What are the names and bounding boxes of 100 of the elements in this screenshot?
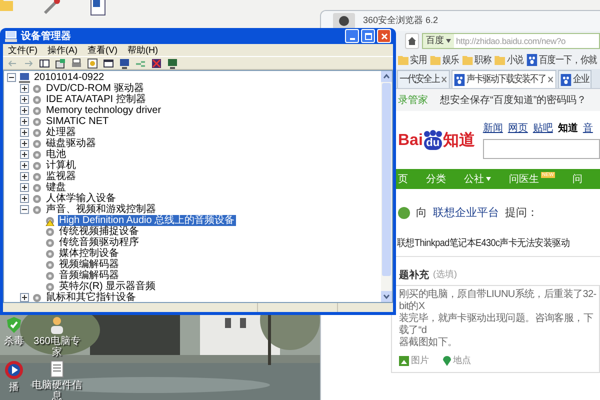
tools-icon[interactable] <box>42 0 62 16</box>
tree-item[interactable]: 监视器 <box>45 171 77 182</box>
nav-link[interactable]: 新闻 <box>482 121 503 136</box>
search-engine-selector[interactable]: 百度 <box>423 34 454 48</box>
collapse-icon[interactable] <box>7 73 16 82</box>
tree-item[interactable]: 人体学输入设备 <box>45 193 117 204</box>
vertical-scrollbar[interactable] <box>381 71 392 302</box>
browser-tab[interactable]: 一代安全上 <box>397 70 450 88</box>
nav-link[interactable]: 知道 <box>558 121 578 136</box>
expand-icon[interactable] <box>20 183 29 192</box>
collapse-icon[interactable] <box>20 205 29 214</box>
tree-item[interactable]: 电池 <box>45 149 67 160</box>
tree-item[interactable]: IDE ATA/ATAPI 控制器 <box>45 94 147 105</box>
close-icon[interactable] <box>547 76 554 83</box>
attachment-button[interactable]: 图片 <box>399 354 429 368</box>
desktop-icon-label[interactable]: 360电脑专家 <box>32 336 82 358</box>
expand-icon[interactable] <box>20 106 29 115</box>
menu-item[interactable]: 操作(A) <box>48 45 78 55</box>
desktop-icon-label[interactable]: 播 <box>9 382 19 393</box>
address-bar[interactable]: 百度 http://zhidao.baidu.com/new?o <box>422 33 600 49</box>
nav-link[interactable]: 音 <box>582 121 593 136</box>
tree-item[interactable]: 传统视频捕捉设备 <box>58 226 140 237</box>
minimize-button[interactable] <box>345 29 359 43</box>
window-title: 设备管理器 <box>21 30 71 44</box>
tree-item[interactable]: Memory technology driver <box>45 105 162 116</box>
paw-icon <box>454 74 465 86</box>
close-icon <box>380 32 388 40</box>
expand-icon[interactable] <box>20 194 29 203</box>
home-button[interactable] <box>405 33 419 49</box>
menu-item[interactable]: 帮助(H) <box>128 45 158 55</box>
ask-suffix: 提问： <box>505 206 538 221</box>
question-title: 联想Thinkpad笔记本E430c声卡无法安装驱动 <box>397 236 570 251</box>
tree-item[interactable]: 视频编解码器 <box>58 259 120 270</box>
tree-item[interactable]: DVD/CD-ROM 驱动器 <box>45 83 145 94</box>
printer-icon[interactable] <box>71 58 82 68</box>
ask-target-link[interactable]: 联想企业平台 <box>433 204 499 222</box>
expand-icon[interactable] <box>20 172 29 181</box>
browser-tab[interactable]: 企业 <box>558 70 592 88</box>
paw-icon <box>526 54 538 66</box>
tree-item[interactable]: 音频编解码器 <box>58 270 120 281</box>
menu-item[interactable]: 查看(V) <box>88 45 118 55</box>
tree-item[interactable]: 计算机 <box>45 160 77 171</box>
folder-icon <box>494 55 505 65</box>
tree-item[interactable]: High Definition Audio 总线上的音频设备 <box>58 215 236 226</box>
expand-icon[interactable] <box>20 117 29 126</box>
expand-icon[interactable] <box>20 139 29 148</box>
bookmark[interactable]: 职称 <box>462 52 492 68</box>
close-icon[interactable] <box>441 76 448 83</box>
tree-item[interactable]: 处理器 <box>45 127 77 138</box>
document-icon <box>50 360 64 378</box>
expand-icon[interactable] <box>20 161 29 170</box>
tree-item[interactable]: 磁盘驱动器 <box>45 138 97 149</box>
play-icon <box>4 360 24 380</box>
computer-icon <box>19 72 30 82</box>
nav-link[interactable]: 贴吧 <box>532 121 553 136</box>
expand-icon[interactable] <box>20 95 29 104</box>
expand-icon[interactable] <box>20 293 29 302</box>
scroll-thumb[interactable] <box>382 83 391 276</box>
baidu-zhidao-logo: Bai du 知道 <box>398 130 475 150</box>
remove-icon[interactable] <box>151 58 162 68</box>
search-field[interactable] <box>482 139 600 159</box>
tree-item[interactable]: SIMATIC NET <box>45 116 110 127</box>
desktop-icon-label[interactable]: 电脑硬件信息 <box>32 380 82 400</box>
window-icon[interactable] <box>103 58 114 68</box>
tree-item[interactable]: 声音、视频和游戏控制器 <box>45 204 157 215</box>
window-title: 360安全浏览器 6.2 <box>363 14 438 28</box>
monitor-icon[interactable] <box>119 58 130 68</box>
attachment-button[interactable]: 地点 <box>443 354 471 368</box>
menu-item[interactable]: 文件(F) <box>8 45 38 55</box>
bookmark[interactable]: 百度一下，你就 <box>526 52 597 68</box>
scroll-up-icon[interactable] <box>381 71 392 82</box>
tree-item[interactable]: 媒体控制设备 <box>58 248 120 259</box>
image-icon <box>399 356 409 366</box>
panel-icon[interactable] <box>39 58 50 68</box>
supplement-text-area[interactable]: 刚买的电脑，原自带LIUNU系统，后重装了32-bit的X 装完毕，就声卡驱动出现问题。咨询客服，下载了“d 器截图如下。 图片 地点 <box>391 285 600 372</box>
nav-link[interactable]: 网页 <box>508 121 528 136</box>
scroll-down-icon[interactable] <box>381 291 392 302</box>
bookmark[interactable]: 小说 <box>494 52 524 68</box>
text-line: 装完毕，就声卡驱动出现问题。咨询客服，下载了“d <box>399 313 594 336</box>
tree-item[interactable]: 鼠标和其它指针设备 <box>45 292 137 302</box>
url-text: http://zhidao.baidu.com/new?o <box>455 34 566 48</box>
document-icon[interactable] <box>90 0 106 16</box>
text-line: 刚买的电脑，原自带LIUNU系统，后重装了32-bit的X <box>399 289 597 312</box>
tree-item[interactable]: 传统音频驱动程序 <box>58 237 140 248</box>
close-button[interactable] <box>377 29 391 43</box>
maximize-button[interactable] <box>361 29 375 43</box>
avatar[interactable] <box>333 13 355 29</box>
expand-icon[interactable] <box>20 128 29 137</box>
expand-icon[interactable] <box>20 84 29 93</box>
bookmark[interactable]: 娱乐 <box>430 52 459 68</box>
expand-icon[interactable] <box>20 150 29 159</box>
browser-tab[interactable]: 声卡驱动下载安装不了 <box>452 70 556 88</box>
text-line: 器截图如下。 <box>399 337 458 349</box>
tree-item[interactable]: 键盘 <box>45 182 67 193</box>
monitor-icon[interactable] <box>167 58 178 68</box>
tree-item[interactable]: 英特尔(R) 显示器音频 <box>58 281 157 292</box>
shield-icon <box>6 316 22 334</box>
bookmark[interactable]: 实用 <box>398 52 427 68</box>
supplement-label: 题补充 <box>399 268 429 282</box>
tree-item[interactable]: 20101014-0922 <box>33 72 106 83</box>
